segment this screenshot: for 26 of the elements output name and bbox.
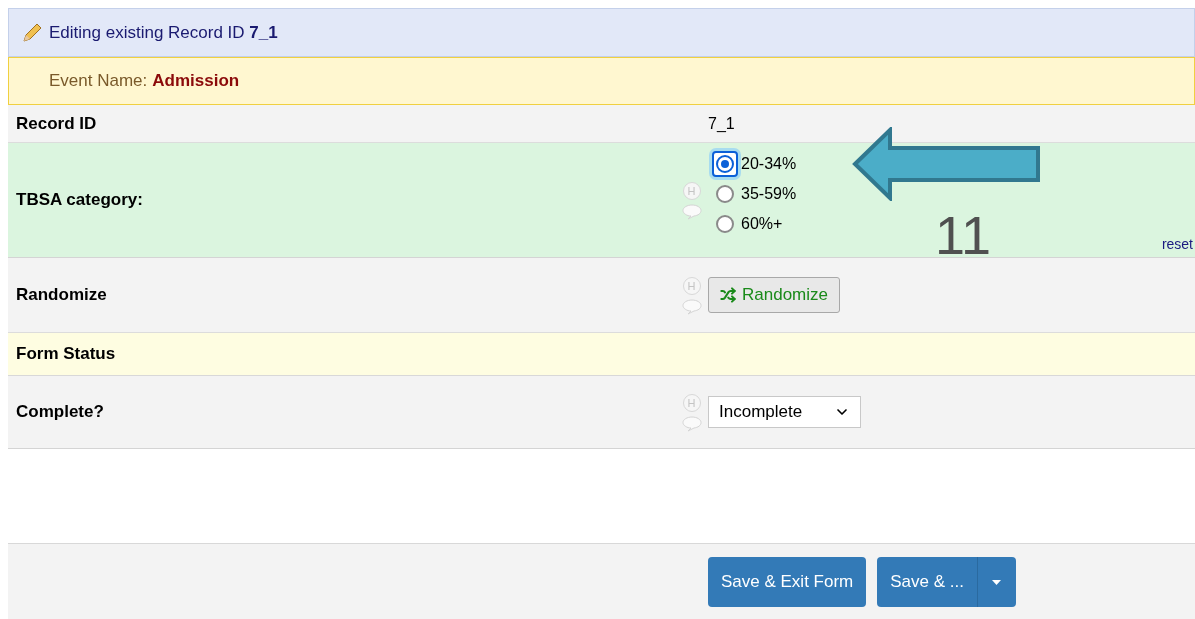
field-label: Form Status xyxy=(16,343,116,366)
comment-icon[interactable] xyxy=(681,204,702,220)
caret-icon xyxy=(992,579,1002,585)
radio-label: 20-34% xyxy=(741,154,797,174)
shuffle-icon xyxy=(720,287,736,303)
randomize-button[interactable]: Randomize xyxy=(708,277,840,313)
radio-label: 35-59% xyxy=(741,184,797,204)
save-options-button[interactable]: Save & ... xyxy=(877,557,978,607)
comment-icon[interactable] xyxy=(681,416,702,432)
field-label: Complete? xyxy=(16,402,104,422)
comment-icon[interactable] xyxy=(681,299,702,315)
status-select[interactable]: Incomplete xyxy=(708,396,861,428)
save-exit-button[interactable]: Save & Exit Form xyxy=(708,557,867,607)
record-id-value: 7_1 xyxy=(708,113,735,134)
dropdown-toggle[interactable] xyxy=(977,557,1016,607)
event-name: Admission xyxy=(152,70,240,93)
field-label: TBSA category: xyxy=(16,189,143,212)
field-label: Randomize xyxy=(16,285,107,305)
annotation-number: 11 xyxy=(935,208,992,262)
event-label: Event Name: xyxy=(49,70,148,93)
radio-button[interactable] xyxy=(712,151,738,177)
field-label: Record ID xyxy=(16,113,97,133)
pencil-icon xyxy=(21,21,43,44)
radio-label: 60%+ xyxy=(741,214,783,234)
reset-link[interactable]: reset xyxy=(1161,234,1193,255)
page-title: Editing existing Record ID 7_1 xyxy=(49,21,278,44)
